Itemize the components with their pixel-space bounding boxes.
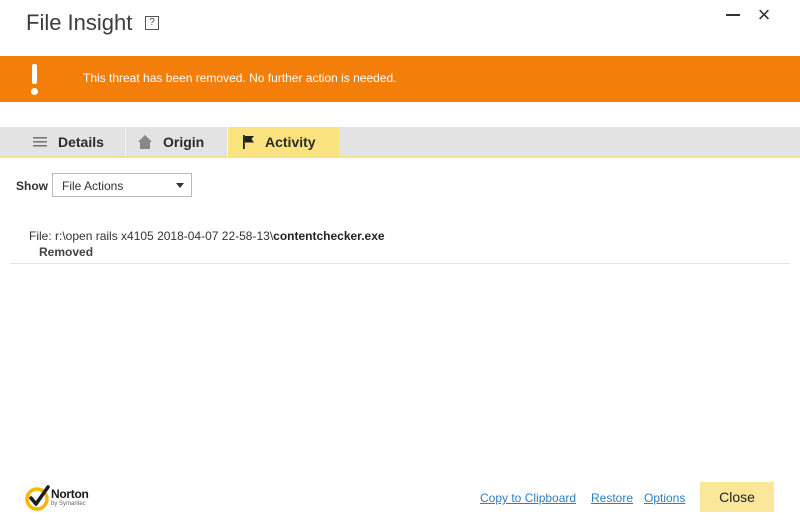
window-title: File Insight bbox=[26, 10, 133, 35]
tab-bar: Details Origin Activity bbox=[0, 127, 800, 158]
show-dropdown[interactable]: File Actions bbox=[52, 173, 192, 197]
tab-activity-label: Activity bbox=[265, 134, 316, 150]
exclamation-icon bbox=[28, 62, 42, 96]
entry-status: Removed bbox=[39, 245, 94, 259]
options-link[interactable]: Options bbox=[644, 491, 685, 505]
norton-logo: Norton by Symantec bbox=[25, 484, 97, 512]
status-banner: This threat has been removed. No further… bbox=[0, 56, 800, 102]
close-button[interactable]: Close bbox=[700, 482, 774, 512]
entry-file-path: File: r:\open rails x4105 2018-04-07 22-… bbox=[29, 229, 385, 243]
tab-activity[interactable]: Activity bbox=[228, 127, 339, 156]
tab-origin-label: Origin bbox=[163, 134, 205, 150]
close-window-button[interactable]: × bbox=[754, 4, 774, 26]
norton-check-icon bbox=[25, 485, 50, 511]
title-bar: File Insight ? × bbox=[0, 0, 800, 56]
flag-icon bbox=[243, 135, 254, 149]
entry-filename: contentchecker.exe bbox=[273, 229, 385, 243]
logo-brand-text: Norton bbox=[51, 487, 89, 501]
minimize-button[interactable] bbox=[726, 14, 740, 16]
show-label: Show bbox=[16, 179, 48, 193]
list-icon bbox=[33, 137, 47, 147]
tab-details[interactable]: Details bbox=[20, 127, 126, 156]
entry-divider bbox=[10, 263, 790, 264]
entry-path-prefix: File: r:\open rails x4105 2018-04-07 22-… bbox=[29, 229, 274, 243]
copy-to-clipboard-link[interactable]: Copy to Clipboard bbox=[480, 491, 576, 505]
tab-origin[interactable]: Origin bbox=[126, 127, 228, 156]
banner-message: This threat has been removed. No further… bbox=[83, 71, 397, 85]
restore-link[interactable]: Restore bbox=[591, 491, 633, 505]
show-dropdown-value: File Actions bbox=[62, 179, 124, 193]
tab-details-label: Details bbox=[58, 134, 104, 150]
help-icon[interactable]: ? bbox=[145, 16, 159, 30]
logo-sub-text: by Symantec bbox=[51, 501, 86, 507]
chevron-down-icon bbox=[176, 183, 184, 188]
home-icon bbox=[138, 135, 152, 149]
